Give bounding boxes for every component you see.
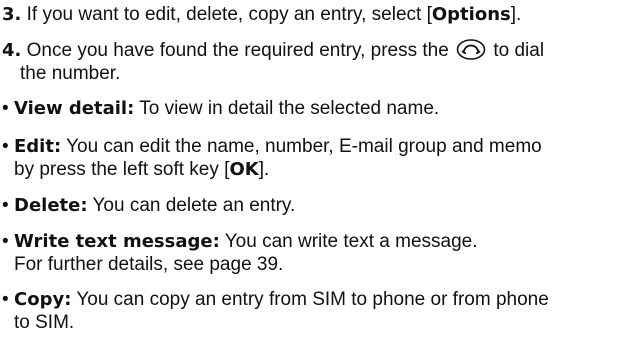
bullet: • (2, 98, 9, 119)
option-text-line2: For further details, see page 39. (14, 254, 284, 275)
option-text-line2: to SIM. (14, 312, 75, 333)
bullet: • (2, 136, 9, 157)
option-term: Edit: (14, 136, 62, 157)
option-text-line2: by press the left soft key [OK]. (2, 158, 634, 181)
option-text: You can copy an entry from SIM to phone … (71, 289, 549, 310)
option-view-detail: • View detail: To view in detail the sele… (2, 97, 634, 120)
step-3: 3. If you want to edit, delete, copy an … (2, 3, 634, 26)
send-key-icon (456, 39, 486, 60)
option-text: You can delete an entry. (87, 195, 296, 216)
option-term: Delete: (14, 195, 88, 216)
step-text: Once you have found the required entry, … (21, 40, 455, 61)
option-delete: • Delete: You can delete an entry. (2, 194, 634, 217)
bullet: • (2, 231, 9, 252)
manual-page: 3. If you want to edit, delete, copy an … (0, 0, 641, 338)
option-text: To view in detail the selected name. (134, 98, 440, 119)
step-text-end: to dial (488, 40, 545, 61)
step-number: 3. (2, 4, 22, 25)
ok-label: OK (229, 159, 259, 180)
option-term: Copy: (14, 289, 72, 310)
options-label: Options (431, 4, 511, 25)
bullet: • (2, 289, 9, 310)
option-write-text-message: • Write text message: You can write text … (2, 230, 634, 276)
option-text-line2-end: ]. (258, 159, 270, 180)
bullet: • (2, 195, 9, 216)
option-term: Write text message: (14, 231, 220, 252)
option-text: You can write text a message. (219, 231, 478, 252)
step-4: 4. Once you have found the required entr… (2, 39, 634, 85)
step-number: 4. (2, 40, 22, 61)
option-text-line2-start: by press the left soft key [ (14, 159, 230, 180)
option-term: View detail: (14, 98, 135, 119)
option-text: You can edit the name, number, E-mail gr… (61, 136, 542, 157)
step-text-end: ]. (510, 4, 522, 25)
option-copy: • Copy: You can copy an entry from SIM to… (2, 288, 634, 334)
step-text: If you want to edit, delete, copy an ent… (21, 4, 432, 25)
step-text-line2: the number. (20, 63, 121, 84)
option-edit: • Edit: You can edit the name, number, E-… (2, 135, 634, 181)
